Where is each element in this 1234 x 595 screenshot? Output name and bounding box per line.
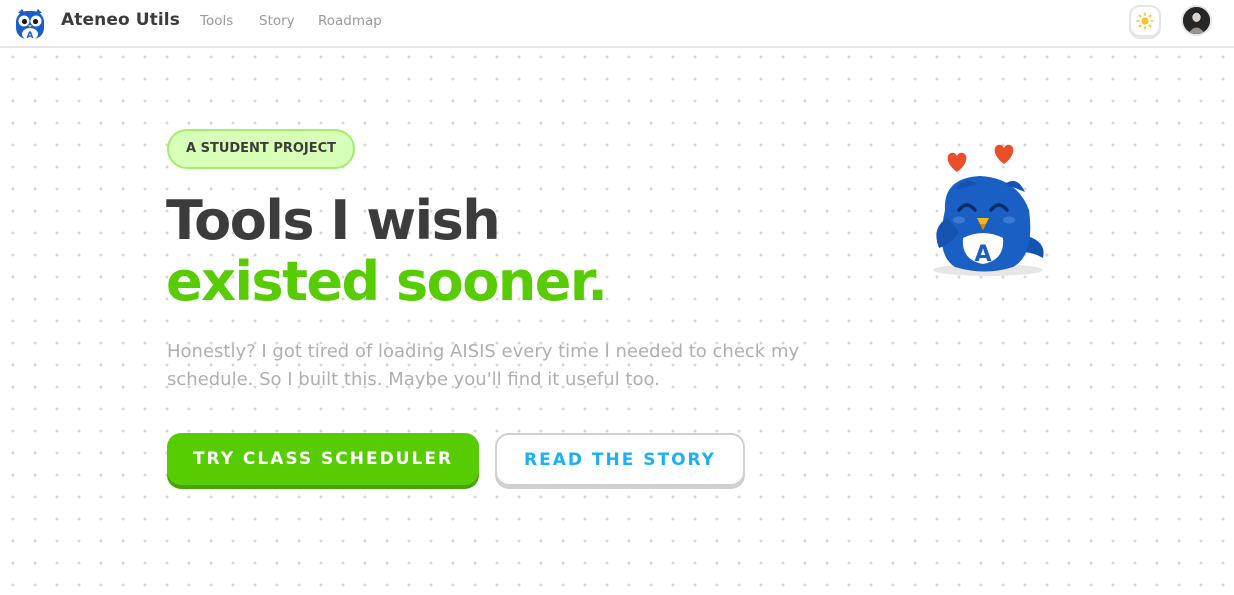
owl-logo-icon[interactable]: A (13, 7, 47, 41)
try-class-scheduler-button[interactable]: TRY CLASS SCHEDULER (167, 433, 479, 485)
nav-link-roadmap[interactable]: Roadmap (318, 13, 382, 29)
user-avatar[interactable] (1181, 5, 1212, 36)
svg-text:A: A (974, 242, 991, 267)
avatar-photo-icon (1183, 7, 1210, 34)
project-badge: A STUDENT PROJECT (167, 129, 356, 169)
owl-mascot-with-hearts: A (933, 144, 1044, 276)
hero-subtext: Honestly? I got tired of loading AISIS e… (167, 341, 800, 390)
hero-headline: Tools I wish existed sooner. (166, 189, 608, 313)
sun-icon (1136, 12, 1154, 30)
nav-link-story[interactable]: Story (259, 13, 295, 29)
svg-text:A: A (27, 31, 34, 41)
brand-name[interactable]: Ateneo Utils (61, 10, 180, 30)
heart-icon (947, 152, 967, 172)
theme-toggle-button[interactable] (1129, 5, 1161, 37)
read-the-story-button[interactable]: READ THE STORY (495, 433, 745, 486)
headline-line-2: existed sooner. (166, 250, 608, 313)
nav-link-tools[interactable]: Tools (200, 13, 233, 29)
top-nav: A Ateneo Utils Tools Story Roadmap (0, 0, 1234, 48)
headline-line-1: Tools I wish (166, 189, 501, 252)
heart-icon (994, 144, 1014, 164)
